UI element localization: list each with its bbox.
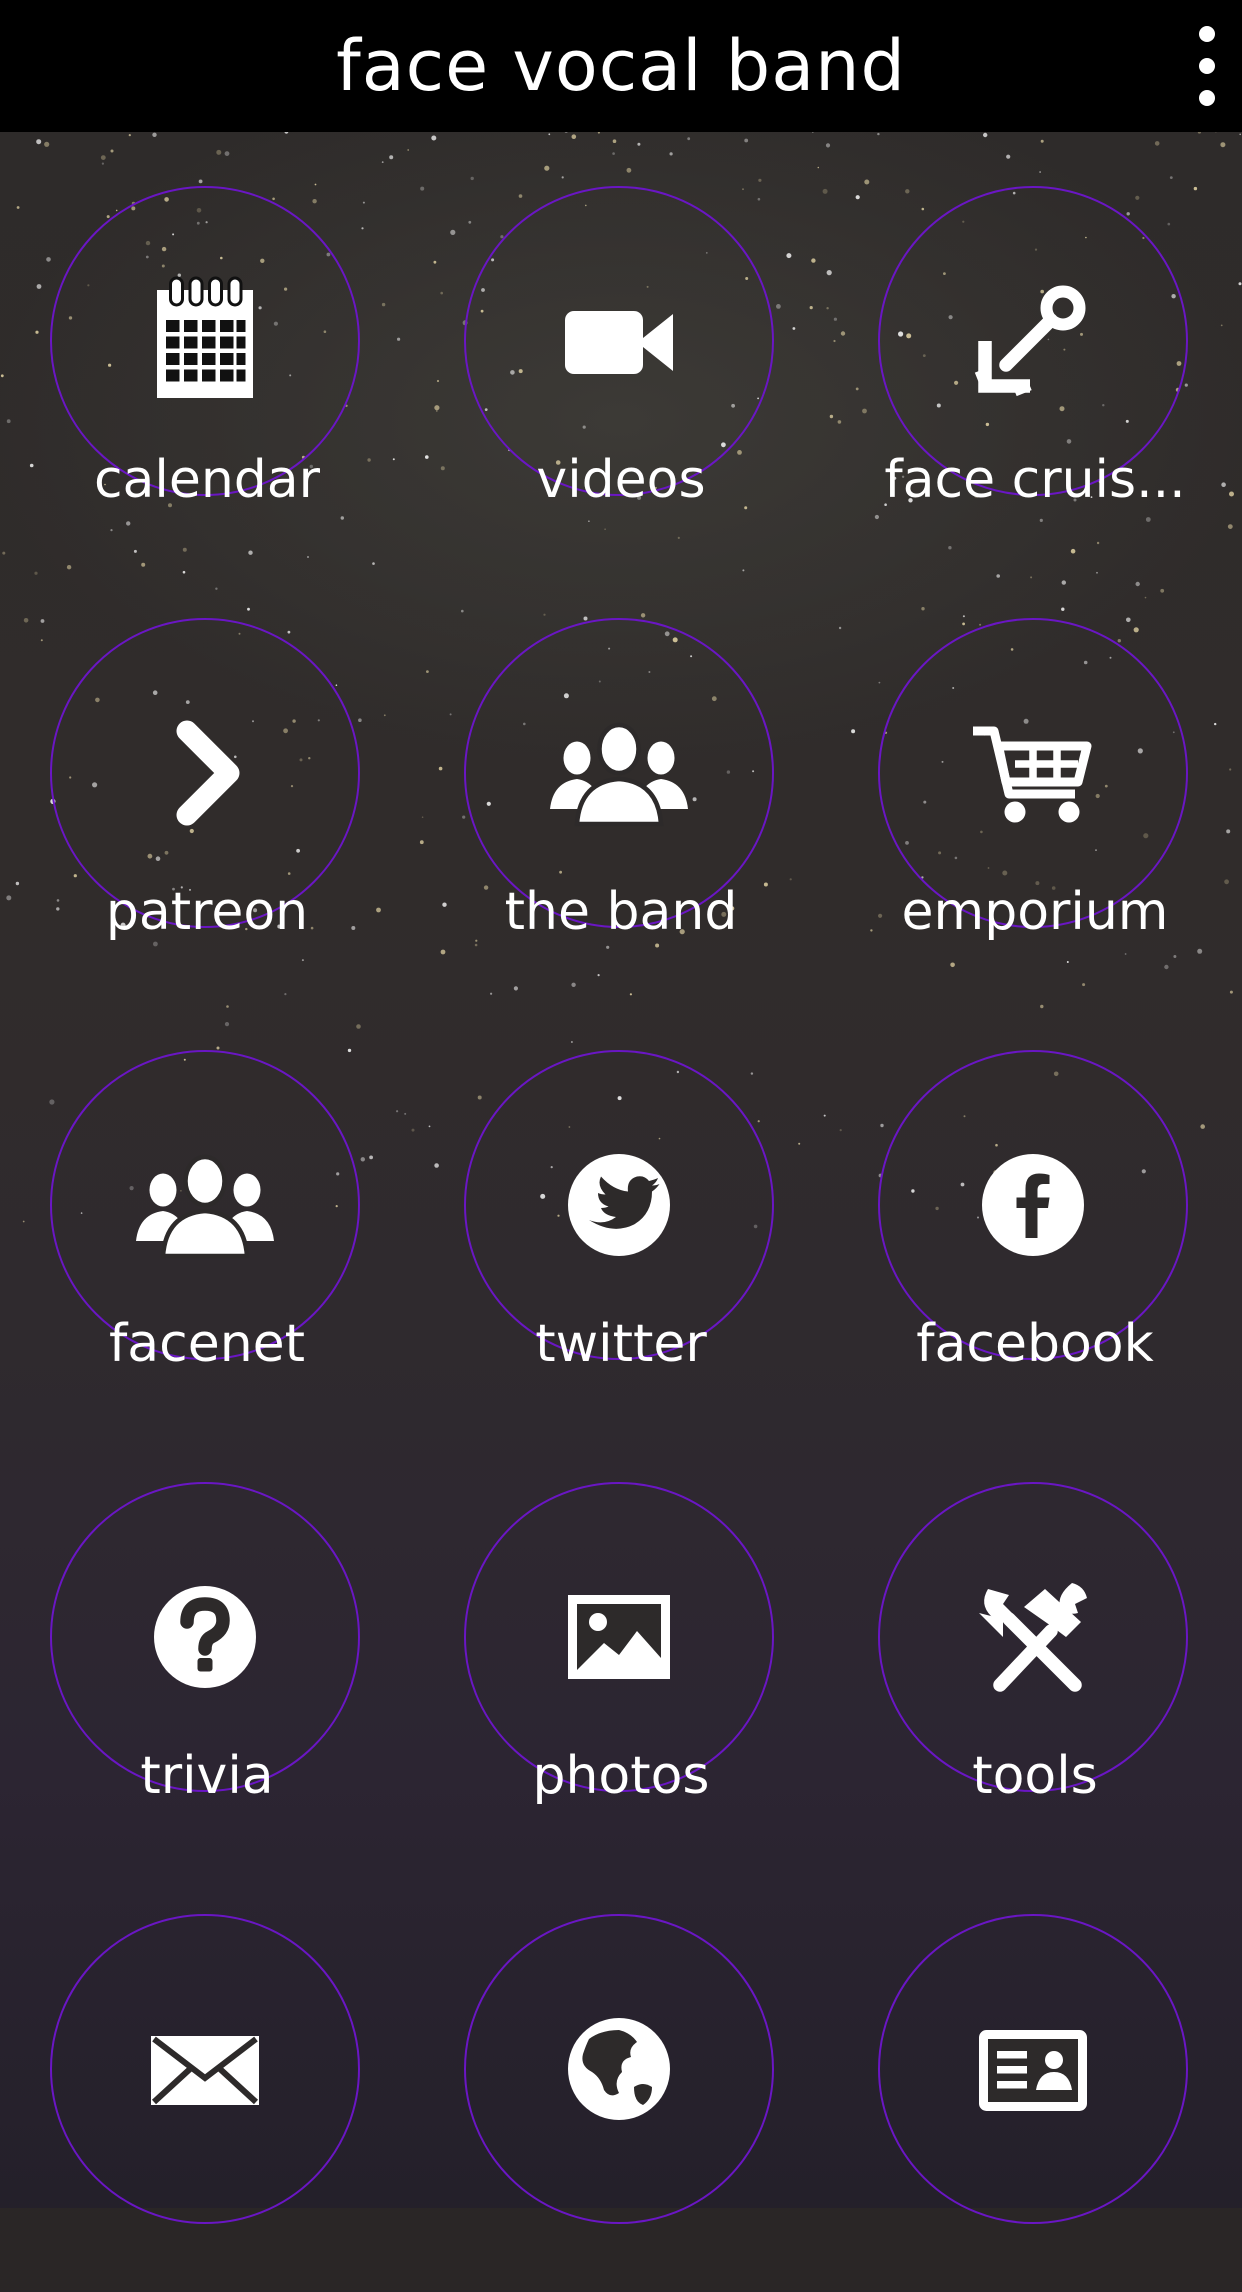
tile-patreon[interactable]: patreon <box>0 564 414 996</box>
tile-label: face cruis... <box>884 450 1186 510</box>
envelope-icon <box>151 2036 259 2105</box>
tile-photos[interactable]: photos <box>414 1428 828 1860</box>
image-icon <box>568 1595 670 1679</box>
tile-trivia[interactable]: trivia <box>0 1428 414 1860</box>
tile-twitter[interactable]: twitter <box>414 996 828 1428</box>
tile-tools[interactable]: tools <box>828 1428 1242 1860</box>
tile-contact-card[interactable] <box>828 1860 1242 2292</box>
tile-label: tools <box>972 1746 1098 1806</box>
tile-label: videos <box>536 450 706 510</box>
tile-contact-email[interactable] <box>0 1860 414 2292</box>
calendar-icon <box>157 276 253 398</box>
tile-circle <box>464 1914 774 2224</box>
tile-label: emporium <box>901 882 1169 942</box>
tile-label: facenet <box>108 1314 306 1374</box>
tile-label: twitter <box>535 1314 707 1374</box>
twitter-icon <box>568 1154 670 1256</box>
tile-label: facebook <box>916 1314 1154 1374</box>
tile-label: patreon <box>105 882 309 942</box>
tile-circle <box>50 1914 360 2224</box>
people-group-icon <box>136 1154 274 1259</box>
tile-website[interactable] <box>414 1860 828 2292</box>
menu-grid: calendar videos face cruis... patreon th… <box>0 0 1242 2224</box>
contact-card-icon <box>979 2030 1087 2111</box>
facebook-icon <box>982 1154 1084 1256</box>
shopping-cart-icon <box>973 726 1092 823</box>
chevron-right-icon <box>176 720 240 826</box>
tile-facebook[interactable]: facebook <box>828 996 1242 1428</box>
anchor-icon <box>974 285 1086 397</box>
people-group-icon <box>550 722 688 827</box>
globe-icon <box>568 2018 670 2120</box>
tile-the-band[interactable]: the band <box>414 564 828 996</box>
tile-emporium[interactable]: emporium <box>828 564 1242 996</box>
video-camera-icon <box>565 311 673 374</box>
tile-calendar[interactable]: calendar <box>0 132 414 564</box>
tile-label: the band <box>504 882 738 942</box>
tile-facenet[interactable]: facenet <box>0 996 414 1428</box>
hammer-wrench-icon <box>979 1583 1087 1692</box>
tile-face-cruise[interactable]: face cruis... <box>828 132 1242 564</box>
tile-circle <box>878 1914 1188 2224</box>
tile-label: trivia <box>140 1746 274 1806</box>
tile-label: calendar <box>93 450 321 510</box>
question-circle-icon <box>154 1586 256 1688</box>
tile-videos[interactable]: videos <box>414 132 828 564</box>
tile-label: photos <box>532 1746 710 1806</box>
